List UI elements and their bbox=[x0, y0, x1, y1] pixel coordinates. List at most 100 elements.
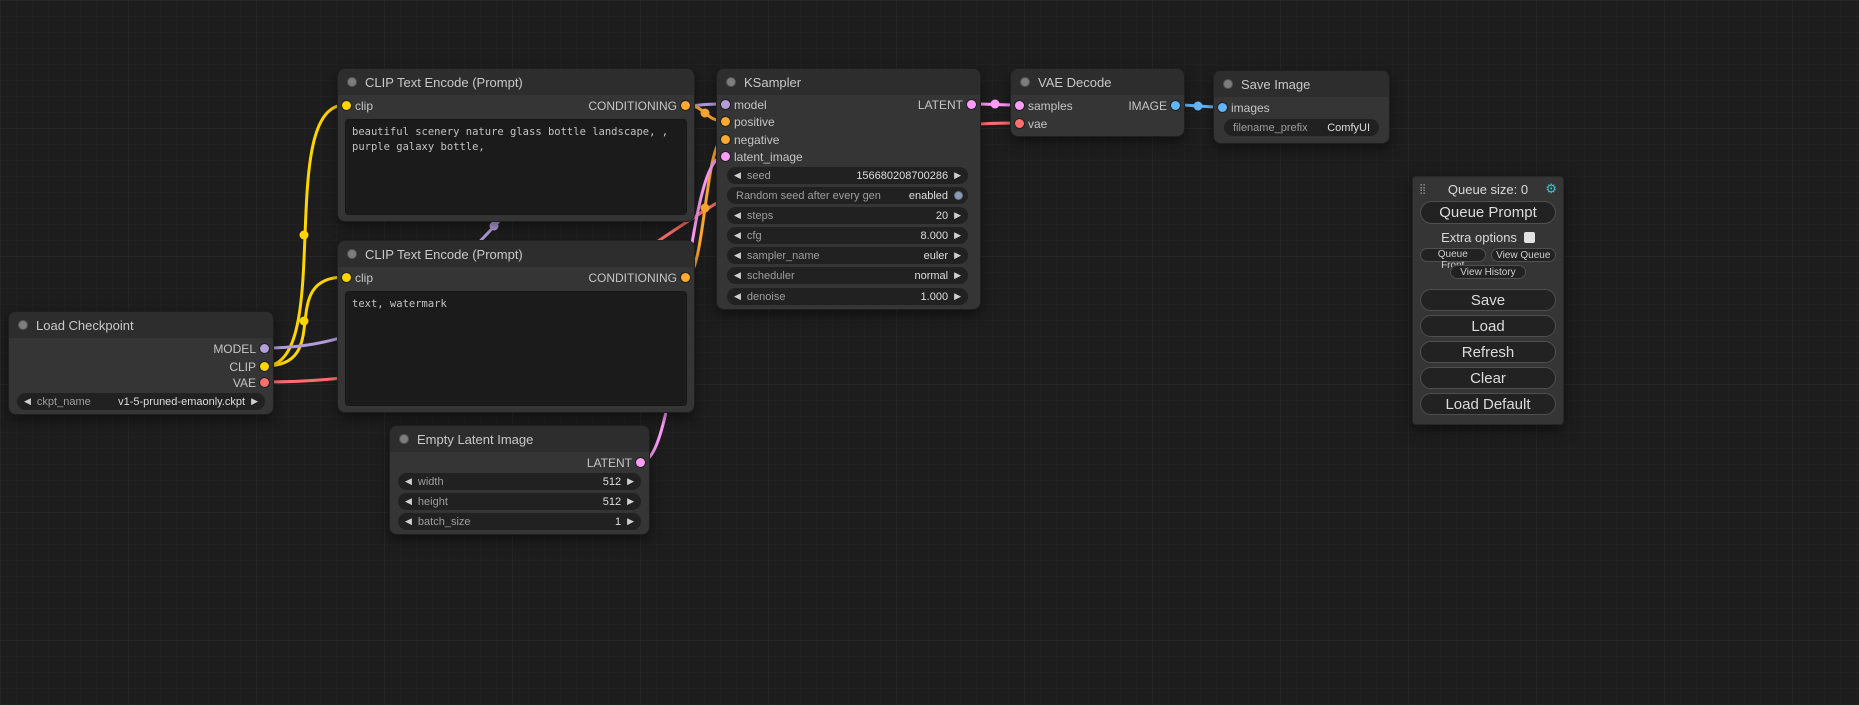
sampler-name-widget[interactable]: ◀ sampler_name euler ▶ bbox=[727, 247, 968, 264]
left-arrow-icon[interactable]: ◀ bbox=[734, 171, 741, 180]
left-arrow-icon[interactable]: ◀ bbox=[734, 292, 741, 301]
right-arrow-icon[interactable]: ▶ bbox=[954, 292, 961, 301]
cfg-widget[interactable]: ◀ cfg 8.000 ▶ bbox=[727, 227, 968, 244]
node-titlebar[interactable]: CLIP Text Encode (Prompt) bbox=[338, 241, 694, 267]
node-titlebar[interactable]: Save Image bbox=[1214, 71, 1389, 97]
output-dot-latent[interactable] bbox=[636, 458, 645, 467]
save-button[interactable]: Save bbox=[1420, 289, 1556, 311]
load-default-button[interactable]: Load Default bbox=[1420, 393, 1556, 415]
input-dot-latent-image[interactable] bbox=[721, 152, 730, 161]
drag-handle-icon[interactable]: ⣿ bbox=[1419, 184, 1434, 195]
right-arrow-icon[interactable]: ▶ bbox=[954, 271, 961, 280]
view-queue-button[interactable]: View Queue bbox=[1491, 248, 1557, 262]
node-clip-text-encode-negative[interactable]: CLIP Text Encode (Prompt) clip CONDITION… bbox=[337, 240, 695, 413]
collapse-dot-icon[interactable] bbox=[347, 77, 357, 87]
collapse-dot-icon[interactable] bbox=[1020, 77, 1030, 87]
output-dot-latent[interactable] bbox=[967, 100, 976, 109]
node-titlebar[interactable]: KSampler bbox=[717, 69, 980, 95]
random-seed-toggle-widget[interactable]: Random seed after every gen enabled bbox=[727, 187, 968, 204]
widget-value: v1-5-pruned-emaonly.ckpt bbox=[118, 396, 245, 408]
slot-label: CLIP bbox=[229, 360, 256, 374]
node-vae-decode[interactable]: VAE Decode samples vae IMAGE bbox=[1010, 68, 1185, 137]
collapse-dot-icon[interactable] bbox=[347, 249, 357, 259]
widget-label: scheduler bbox=[747, 270, 795, 282]
input-dot-positive[interactable] bbox=[721, 117, 730, 126]
queue-front-button[interactable]: Queue Front bbox=[1420, 248, 1486, 262]
comfy-menu-panel[interactable]: ⣿ Queue size: 0 ⚙ Queue Prompt Extra opt… bbox=[1412, 176, 1564, 425]
right-arrow-icon[interactable]: ▶ bbox=[954, 211, 961, 220]
widget-value: 512 bbox=[603, 496, 621, 508]
output-dot-model[interactable] bbox=[260, 344, 269, 353]
output-dot-clip[interactable] bbox=[260, 362, 269, 371]
left-arrow-icon[interactable]: ◀ bbox=[405, 517, 412, 526]
input-dot-model[interactable] bbox=[721, 100, 730, 109]
right-arrow-icon[interactable]: ▶ bbox=[954, 231, 961, 240]
right-arrow-icon[interactable]: ▶ bbox=[954, 171, 961, 180]
left-arrow-icon[interactable]: ◀ bbox=[734, 271, 741, 280]
link-midpoint-dot bbox=[701, 204, 710, 213]
input-dot-clip[interactable] bbox=[342, 101, 351, 110]
denoise-widget[interactable]: ◀ denoise 1.000 ▶ bbox=[727, 288, 968, 305]
left-arrow-icon[interactable]: ◀ bbox=[405, 477, 412, 486]
collapse-dot-icon[interactable] bbox=[1223, 79, 1233, 89]
seed-widget[interactable]: ◀ seed 156680208700286 ▶ bbox=[727, 167, 968, 184]
left-arrow-icon[interactable]: ◀ bbox=[734, 231, 741, 240]
left-arrow-icon[interactable]: ◀ bbox=[405, 497, 412, 506]
widget-label: height bbox=[418, 496, 448, 508]
input-dot-negative[interactable] bbox=[721, 135, 730, 144]
node-load-checkpoint[interactable]: Load Checkpoint MODEL CLIP VAE ◀ ckpt_na… bbox=[8, 311, 274, 415]
collapse-dot-icon[interactable] bbox=[18, 320, 28, 330]
node-ksampler[interactable]: KSampler model positive negative latent_… bbox=[716, 68, 981, 310]
output-dot-conditioning[interactable] bbox=[681, 273, 690, 282]
extra-options-checkbox[interactable] bbox=[1524, 232, 1535, 243]
filename-prefix-widget[interactable]: filename_prefix ComfyUI bbox=[1224, 119, 1379, 136]
output-slot-vae: VAE bbox=[233, 375, 273, 391]
node-graph-canvas[interactable]: Load Checkpoint MODEL CLIP VAE ◀ ckpt_na… bbox=[0, 0, 1859, 705]
batch-size-widget[interactable]: ◀ batch_size 1 ▶ bbox=[398, 513, 641, 530]
steps-widget[interactable]: ◀ steps 20 ▶ bbox=[727, 207, 968, 224]
input-dot-samples[interactable] bbox=[1015, 101, 1024, 110]
node-titlebar[interactable]: CLIP Text Encode (Prompt) bbox=[338, 69, 694, 95]
node-titlebar[interactable]: VAE Decode bbox=[1011, 69, 1184, 95]
width-widget[interactable]: ◀ width 512 ▶ bbox=[398, 473, 641, 490]
right-arrow-icon[interactable]: ▶ bbox=[251, 397, 258, 406]
node-empty-latent-image[interactable]: Empty Latent Image LATENT ◀ width 512 ▶ … bbox=[389, 425, 650, 535]
right-arrow-icon[interactable]: ▶ bbox=[627, 477, 634, 486]
settings-gear-icon[interactable]: ⚙ bbox=[1542, 181, 1557, 197]
output-dot-vae[interactable] bbox=[260, 378, 269, 387]
positive-prompt-textarea[interactable]: beautiful scenery nature glass bottle la… bbox=[345, 119, 687, 215]
left-arrow-icon[interactable]: ◀ bbox=[24, 397, 31, 406]
left-arrow-icon[interactable]: ◀ bbox=[734, 211, 741, 220]
node-title: CLIP Text Encode (Prompt) bbox=[365, 75, 523, 90]
slot-label: images bbox=[1231, 101, 1270, 115]
output-dot-conditioning[interactable] bbox=[681, 101, 690, 110]
input-slot-samples: samples bbox=[1011, 98, 1073, 114]
load-button[interactable]: Load bbox=[1420, 315, 1556, 337]
output-dot-image[interactable] bbox=[1171, 101, 1180, 110]
node-save-image[interactable]: Save Image images filename_prefix ComfyU… bbox=[1213, 70, 1390, 144]
negative-prompt-textarea[interactable]: text, watermark bbox=[345, 291, 687, 406]
view-history-button[interactable]: View History bbox=[1450, 265, 1526, 279]
scheduler-widget[interactable]: ◀ scheduler normal ▶ bbox=[727, 267, 968, 284]
node-titlebar[interactable]: Empty Latent Image bbox=[390, 426, 649, 452]
output-slot-image: IMAGE bbox=[1128, 98, 1184, 114]
left-arrow-icon[interactable]: ◀ bbox=[734, 251, 741, 260]
right-arrow-icon[interactable]: ▶ bbox=[954, 251, 961, 260]
collapse-dot-icon[interactable] bbox=[399, 434, 409, 444]
toggle-dot-icon[interactable] bbox=[954, 191, 963, 200]
right-arrow-icon[interactable]: ▶ bbox=[627, 497, 634, 506]
widget-label: Random seed after every gen bbox=[736, 190, 881, 202]
clear-button[interactable]: Clear bbox=[1420, 367, 1556, 389]
node-clip-text-encode-positive[interactable]: CLIP Text Encode (Prompt) clip CONDITION… bbox=[337, 68, 695, 222]
input-dot-clip[interactable] bbox=[342, 273, 351, 282]
node-title: Load Checkpoint bbox=[36, 318, 134, 333]
ckpt-name-widget[interactable]: ◀ ckpt_name v1-5-pruned-emaonly.ckpt ▶ bbox=[17, 393, 265, 410]
right-arrow-icon[interactable]: ▶ bbox=[627, 517, 634, 526]
refresh-button[interactable]: Refresh bbox=[1420, 341, 1556, 363]
height-widget[interactable]: ◀ height 512 ▶ bbox=[398, 493, 641, 510]
node-titlebar[interactable]: Load Checkpoint bbox=[9, 312, 273, 338]
input-dot-vae[interactable] bbox=[1015, 119, 1024, 128]
collapse-dot-icon[interactable] bbox=[726, 77, 736, 87]
input-dot-images[interactable] bbox=[1218, 103, 1227, 112]
queue-prompt-button[interactable]: Queue Prompt bbox=[1420, 201, 1556, 224]
